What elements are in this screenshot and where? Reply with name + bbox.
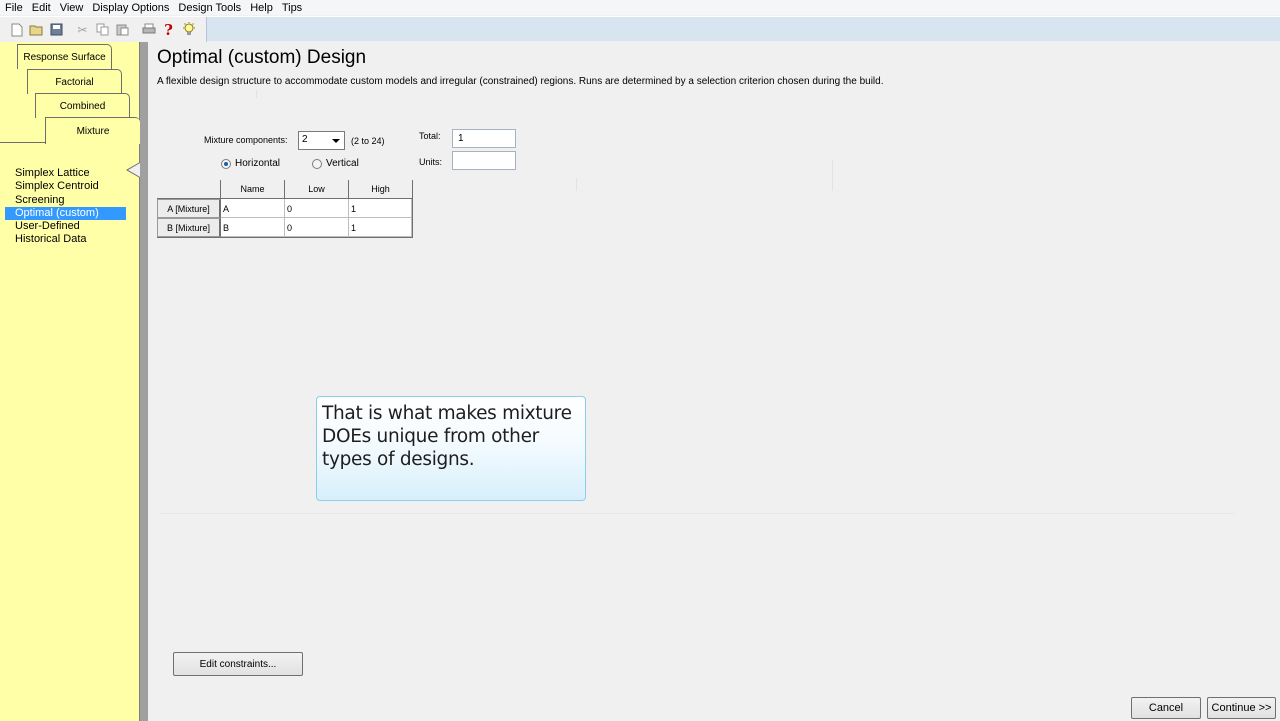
cancel-button[interactable]: Cancel	[1131, 697, 1201, 719]
tips-bulb-icon[interactable]	[180, 21, 197, 38]
design-item-historical-data[interactable]: Historical Data	[5, 233, 126, 246]
paste-icon[interactable]	[114, 21, 131, 38]
total-input[interactable]: 1	[452, 129, 516, 148]
page-title: Optimal (custom) Design	[157, 47, 367, 68]
tab-response-surface[interactable]: Response Surface	[17, 44, 112, 69]
cell-a-name[interactable]: A	[221, 199, 285, 218]
radio-unselected-icon	[312, 158, 322, 169]
guide-line	[160, 513, 1235, 514]
units-input[interactable]	[452, 151, 516, 170]
toolbar-icon-strip: ✂ ?	[0, 17, 207, 42]
column-header-name[interactable]: Name	[221, 180, 285, 199]
cell-b-name[interactable]: B	[221, 218, 285, 237]
menu-tips[interactable]: Tips	[277, 1, 306, 15]
cell-b-low[interactable]: 0	[285, 218, 349, 237]
cell-a-low[interactable]: 0	[285, 199, 349, 218]
menu-file[interactable]: File	[0, 1, 27, 15]
row-header-b[interactable]: B [Mixture]	[157, 218, 221, 237]
menu-edit[interactable]: Edit	[27, 1, 55, 15]
cut-icon[interactable]: ✂	[74, 21, 91, 38]
cell-b-high[interactable]: 1	[349, 218, 412, 237]
copy-icon[interactable]	[94, 21, 111, 38]
mixture-components-label: Mixture components:	[204, 135, 288, 145]
menu-bar: File Edit View Display Options Design To…	[0, 0, 1280, 15]
mixture-components-select[interactable]: 2	[298, 131, 345, 150]
panel-splitter[interactable]	[140, 42, 148, 721]
mixture-components-range: (2 to 24)	[351, 136, 385, 146]
design-item-simplex-centroid[interactable]: Simplex Centroid	[5, 180, 126, 193]
tab-mixture[interactable]: Mixture	[45, 117, 140, 144]
row-header-a[interactable]: A [Mixture]	[157, 199, 221, 218]
design-list: Simplex Lattice Simplex Centroid Screeni…	[5, 167, 126, 247]
design-item-user-defined[interactable]: User-Defined	[5, 220, 126, 233]
toolbar: ✂ ?	[0, 16, 1280, 42]
orientation-horizontal-radio[interactable]: Horizontal	[221, 158, 280, 169]
print-icon[interactable]	[140, 21, 157, 38]
continue-button[interactable]: Continue >>	[1207, 697, 1276, 719]
orientation-vertical-radio[interactable]: Vertical	[312, 158, 359, 169]
tab-factorial[interactable]: Factorial	[27, 69, 122, 94]
design-item-screening[interactable]: Screening	[5, 194, 126, 207]
guide-line	[256, 90, 257, 98]
tab-combined[interactable]: Combined	[35, 93, 130, 118]
radio-selected-icon	[221, 158, 231, 169]
new-icon[interactable]	[8, 21, 25, 38]
annotation-callout: That is what makes mixture DOEs unique f…	[316, 396, 586, 501]
menu-view[interactable]: View	[55, 1, 88, 15]
chevron-down-icon	[332, 139, 340, 143]
edit-constraints-button[interactable]: Edit constraints...	[173, 652, 303, 676]
total-label: Total:	[419, 131, 441, 141]
mixture-components-value: 2	[302, 134, 308, 145]
orientation-vertical-label: Vertical	[326, 158, 359, 169]
menu-design-tools[interactable]: Design Tools	[173, 1, 245, 15]
design-type-panel: Response Surface Factorial Combined Mixt…	[0, 42, 140, 721]
help-icon[interactable]: ?	[160, 21, 177, 39]
menu-help[interactable]: Help	[245, 1, 277, 15]
orientation-horizontal-label: Horizontal	[235, 158, 281, 169]
selection-pointer-icon	[126, 162, 140, 178]
open-icon[interactable]	[28, 21, 45, 38]
table-corner	[157, 180, 221, 199]
cell-a-high[interactable]: 1	[349, 199, 412, 218]
page-description: A flexible design structure to accommoda…	[157, 76, 884, 87]
callout-text: That is what makes mixture DOEs unique f…	[322, 403, 572, 470]
column-header-low[interactable]: Low	[285, 180, 349, 199]
menu-display-options[interactable]: Display Options	[87, 1, 173, 15]
design-item-optimal-custom[interactable]: Optimal (custom)	[5, 206, 126, 221]
units-label: Units:	[419, 157, 443, 167]
design-item-simplex-lattice[interactable]: Simplex Lattice	[5, 167, 126, 180]
guide-line	[832, 160, 833, 191]
tab-divider	[0, 142, 46, 143]
column-header-high[interactable]: High	[349, 180, 413, 199]
guide-line	[576, 178, 577, 191]
save-icon[interactable]	[48, 21, 65, 38]
